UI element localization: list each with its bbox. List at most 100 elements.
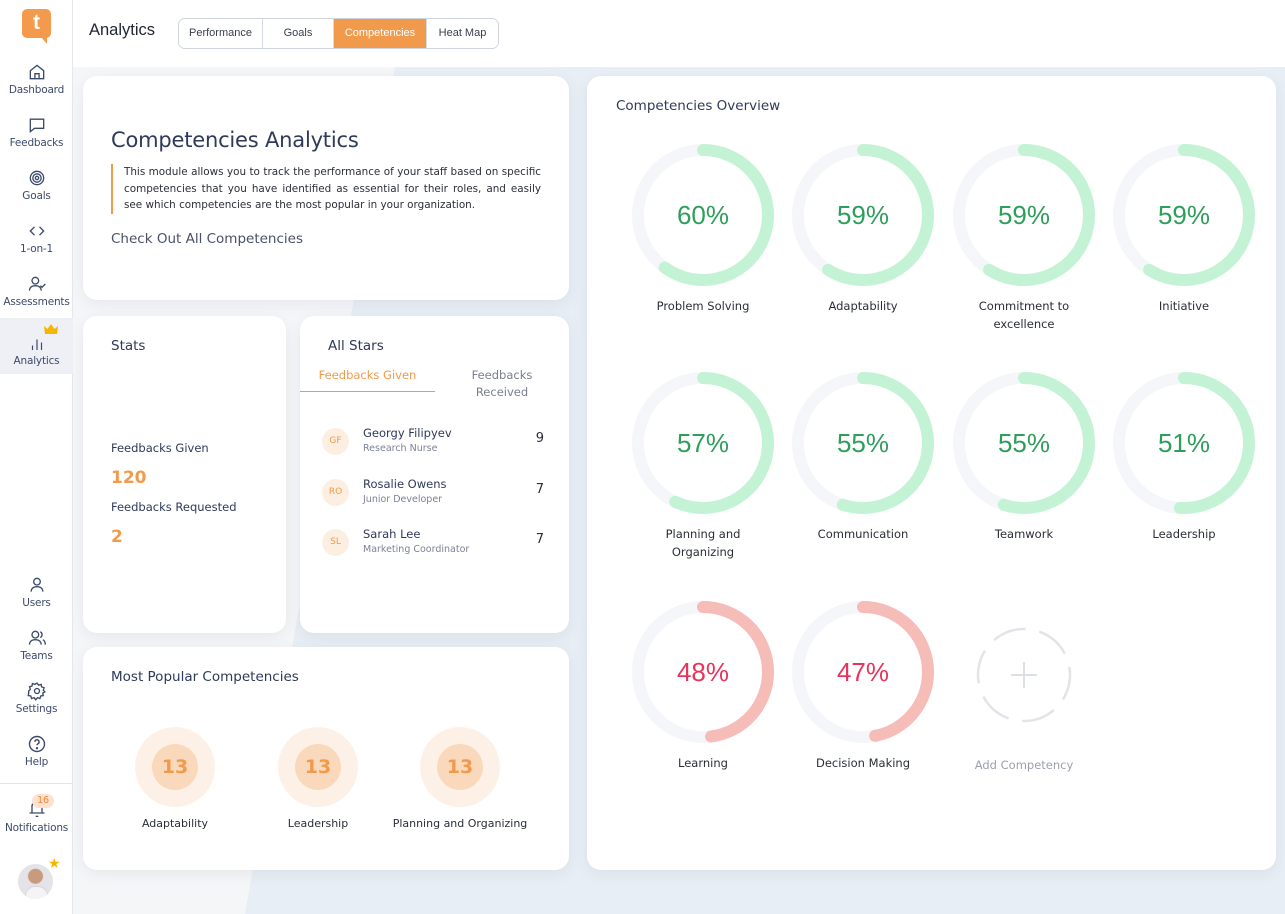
ring-percent: 55% — [998, 428, 1050, 458]
person-name: Sarah Lee — [363, 527, 421, 541]
progress-ring: 59% — [792, 144, 934, 286]
sidebar-item-label: Notifications — [4, 822, 69, 834]
help-circle-icon — [28, 735, 45, 753]
tab-performance[interactable]: Performance — [179, 19, 263, 48]
popular-count: 13 — [295, 744, 341, 790]
progress-ring: 51% — [1113, 372, 1255, 514]
tab-feedbacks-given[interactable]: Feedbacks Given — [300, 367, 435, 392]
avatar-initials: SL — [322, 529, 349, 556]
sidebar-item-teams[interactable]: Teams — [0, 628, 73, 662]
progress-ring: 55% — [792, 372, 934, 514]
competency-ring[interactable]: 60% Problem Solving — [623, 140, 783, 315]
plus-icon — [1011, 662, 1037, 688]
progress-ring: 57% — [632, 372, 774, 514]
person-role: Marketing Coordinator — [363, 544, 470, 555]
competency-ring[interactable]: 59% Adaptability — [783, 140, 943, 315]
sidebar-item-feedbacks[interactable]: Feedbacks — [0, 115, 73, 149]
competency-ring[interactable]: 55% Teamwork — [944, 368, 1104, 543]
app-logo[interactable]: t — [22, 9, 51, 44]
person-role: Junior Developer — [363, 494, 443, 505]
sidebar-item-help[interactable]: Help — [0, 734, 73, 768]
progress-ring: 59% — [1113, 144, 1255, 286]
avatar-initials: RO — [322, 479, 349, 506]
notification-count-badge: 16 — [32, 794, 54, 808]
sidebar-item-goals[interactable]: Goals — [0, 168, 73, 202]
sidebar-item-label: Dashboard — [8, 84, 65, 96]
user-icon — [30, 577, 43, 592]
add-competency-button[interactable]: Add Competency — [944, 597, 1104, 774]
person-name: Rosalie Owens — [363, 477, 447, 491]
ring-percent: 48% — [677, 657, 729, 687]
sidebar-item-label: Feedbacks — [9, 137, 64, 149]
sidebar-item-1-on-1[interactable]: 1-on-1 — [0, 221, 73, 255]
chat-bubble-icon — [29, 118, 44, 134]
intro-title: Competencies Analytics — [111, 128, 359, 152]
feedbacks-requested-label: Feedbacks Requested — [111, 500, 237, 514]
feedback-count: 7 — [535, 532, 544, 547]
competency-ring[interactable]: 55% Communication — [783, 368, 943, 543]
sidebar-item-label: Teams — [20, 650, 53, 662]
target-icon — [29, 170, 44, 186]
code-brackets-icon — [28, 226, 45, 236]
most-popular-card: Most Popular Competencies 13 Adaptabilit… — [83, 647, 569, 870]
competency-ring[interactable]: 59% Commitment to excellence — [944, 140, 1104, 333]
list-item[interactable]: RO Rosalie Owens Junior Developer 7 — [322, 473, 547, 513]
crown-icon — [44, 324, 58, 334]
analytics-tabs: Performance Goals Competencies Heat Map — [178, 18, 499, 49]
ring-percent: 51% — [1158, 428, 1210, 458]
popular-label: Planning and Organizing — [392, 817, 528, 830]
list-item[interactable]: GF Georgy Filipyev Research Nurse 9 — [322, 422, 547, 462]
sidebar-item-label: Help — [24, 756, 49, 768]
sidebar-item-label: Analytics — [13, 355, 60, 367]
check-out-competencies-link[interactable]: Check Out All Competencies — [111, 231, 303, 247]
sidebar-item-notifications[interactable]: 16 Notifications — [0, 794, 73, 834]
ring-percent: 59% — [998, 200, 1050, 230]
feedback-count: 9 — [535, 431, 544, 446]
tab-feedbacks-received[interactable]: Feedbacks Received — [435, 367, 569, 401]
sidebar-item-label: Assessments — [3, 296, 70, 308]
sidebar-divider — [0, 783, 73, 784]
competency-label: Commitment to excellence — [978, 299, 1070, 331]
competency-ring[interactable]: 48% Learning — [623, 597, 783, 772]
list-item[interactable]: SL Sarah Lee Marketing Coordinator 7 — [322, 523, 547, 563]
sidebar-item-analytics[interactable]: Analytics — [0, 318, 73, 374]
competency-ring[interactable]: 51% Leadership — [1104, 368, 1264, 543]
sidebar: t Dashboard Feedbacks Goals 1-on-1 Asses… — [0, 0, 73, 914]
competency-label: Planning and Organizing — [665, 527, 741, 559]
sidebar-item-dashboard[interactable]: Dashboard — [0, 62, 73, 96]
popular-competency: 13 Leadership — [238, 727, 398, 830]
competency-ring[interactable]: 47% Decision Making — [783, 597, 943, 772]
competency-label: Adaptability — [828, 299, 898, 313]
ring-percent: 47% — [837, 657, 889, 687]
most-popular-title: Most Popular Competencies — [111, 669, 299, 685]
progress-ring: 55% — [953, 372, 1095, 514]
progress-ring: 48% — [632, 601, 774, 743]
competency-label: Problem Solving — [656, 299, 750, 313]
feedbacks-given-value: 120 — [111, 468, 147, 488]
gear-icon — [26, 682, 46, 701]
tab-goals[interactable]: Goals — [263, 19, 334, 48]
competency-ring[interactable]: 57% Planning and Organizing — [623, 368, 783, 561]
feedbacks-given-label: Feedbacks Given — [111, 441, 209, 455]
ring-percent: 55% — [837, 428, 889, 458]
page-header: Analytics Performance Goals Competencies… — [73, 0, 1285, 67]
sidebar-item-label: 1-on-1 — [19, 243, 53, 255]
ring-percent: 60% — [677, 200, 729, 230]
popular-count: 13 — [152, 744, 198, 790]
tab-competencies[interactable]: Competencies — [334, 19, 427, 48]
person-role: Research Nurse — [363, 443, 438, 454]
intro-card: Competencies Analytics This module allow… — [83, 76, 569, 300]
sidebar-item-users[interactable]: Users — [0, 575, 73, 609]
users-icon — [28, 630, 46, 645]
popular-count: 13 — [437, 744, 483, 790]
competency-ring[interactable]: 59% Initiative — [1104, 140, 1264, 315]
progress-ring: 59% — [953, 144, 1095, 286]
tab-heat-map[interactable]: Heat Map — [427, 19, 498, 48]
popular-competency: 13 Planning and Organizing — [380, 727, 540, 830]
page-title: Analytics — [89, 21, 156, 39]
sidebar-item-settings[interactable]: Settings — [0, 681, 73, 715]
competency-label: Decision Making — [815, 756, 911, 770]
sidebar-item-label: Goals — [22, 190, 51, 202]
sidebar-item-assessments[interactable]: Assessments — [0, 274, 73, 308]
competency-label: Learning — [678, 756, 728, 770]
